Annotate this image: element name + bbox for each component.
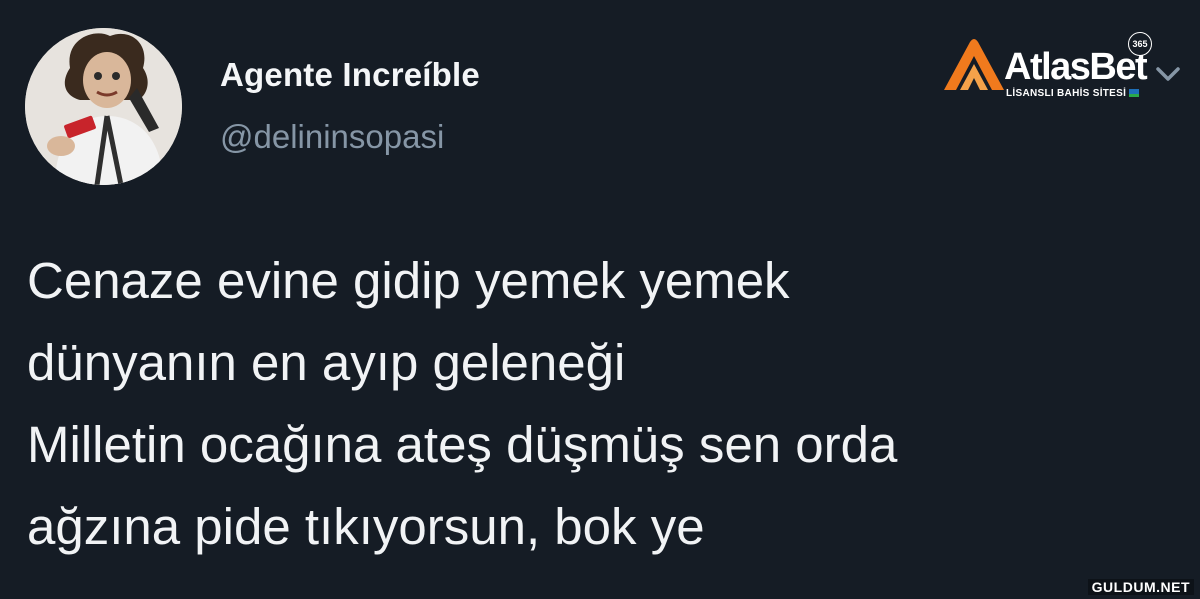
brand-logo: AtlasBet 365 LİSANSLI BAHİS SİTESİ xyxy=(940,32,1152,104)
tweet-card: Agente Increíble @delininsopasi AtlasBet… xyxy=(0,0,1200,599)
avatar[interactable] xyxy=(25,28,182,185)
atlasbet-mark-icon xyxy=(944,39,1004,90)
tweet-text: Cenaze evine gidip yemek yemek dünyanın … xyxy=(27,240,1187,568)
chevron-down-icon[interactable] xyxy=(1153,62,1183,86)
license-flag-icon xyxy=(1129,89,1140,98)
brand-badge: 365 xyxy=(1128,32,1152,56)
brand-name: AtlasBet xyxy=(1004,46,1148,88)
tweet-text-line: Milletin ocağına ateş düşmüş sen orda xyxy=(27,416,898,473)
tweet-text-line: Cenaze evine gidip yemek yemek xyxy=(27,252,790,309)
brand-tagline: LİSANSLI BAHİS SİTESİ xyxy=(1006,88,1140,99)
user-handle[interactable]: @delininsopasi xyxy=(220,118,444,156)
brand-tagline-text: LİSANSLI BAHİS SİTESİ xyxy=(1006,88,1127,99)
tweet-text-line: dünyanın en ayıp geleneği xyxy=(27,334,626,391)
tweet-text-line: ağzına pide tıkıyorsun, bok ye xyxy=(27,498,705,555)
watermark: GULDUM.NET xyxy=(1087,579,1194,595)
profile-photo-icon xyxy=(25,28,182,185)
display-name[interactable]: Agente Increíble xyxy=(220,56,480,94)
